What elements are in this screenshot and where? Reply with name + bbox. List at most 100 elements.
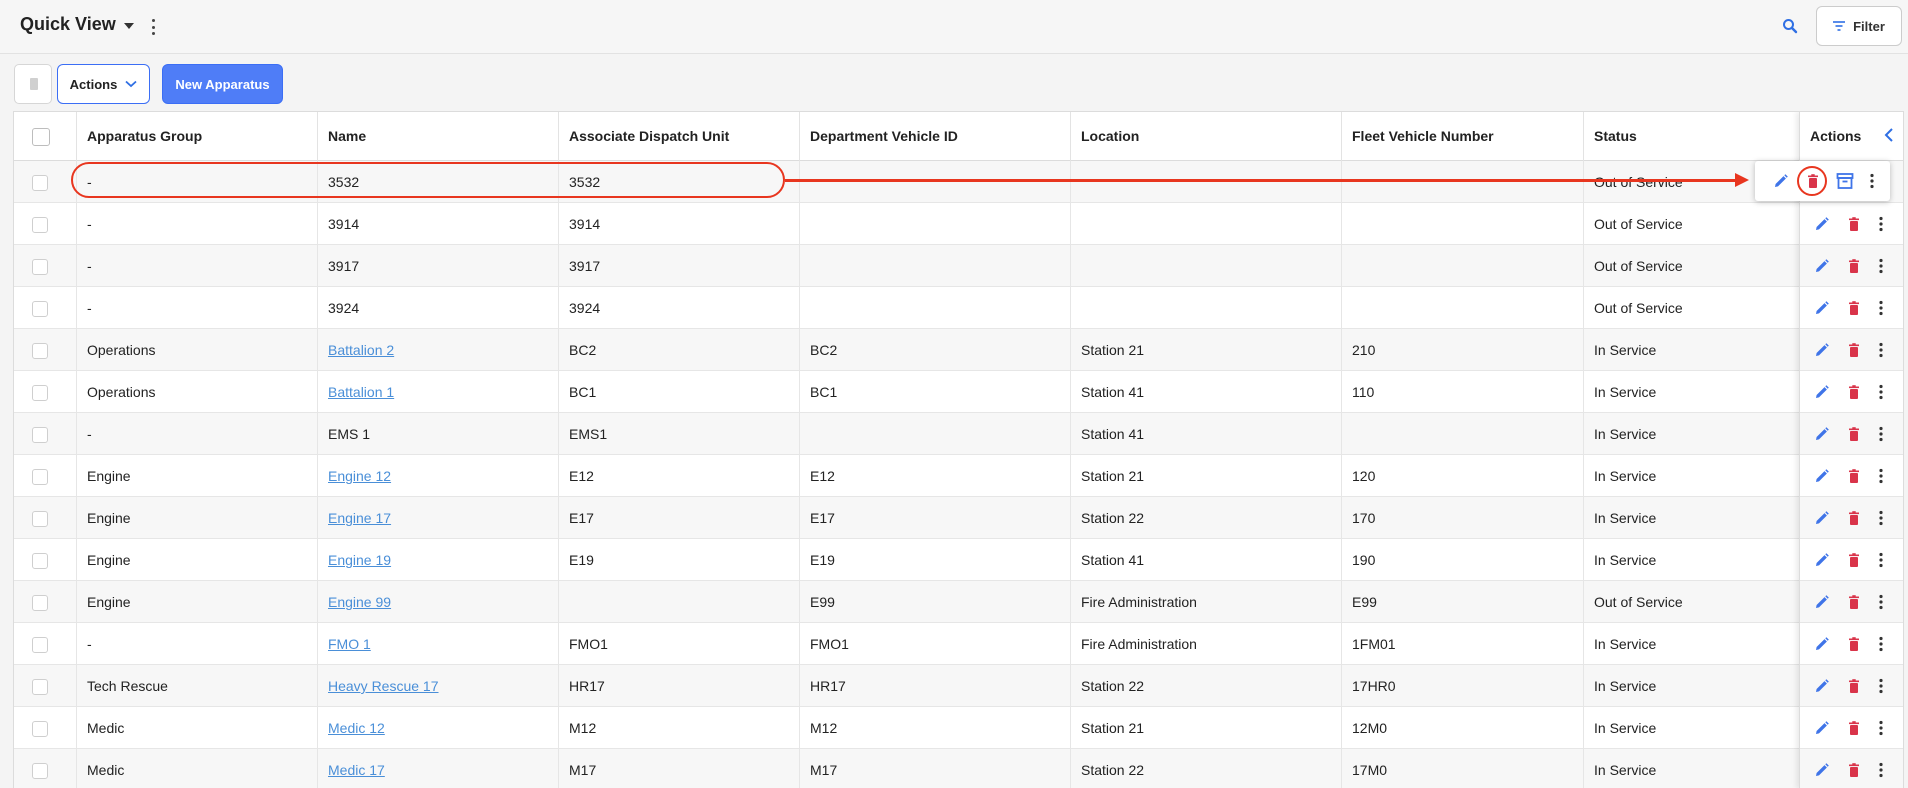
table-row[interactable]: Operations Battalion 2 BC2 BC2 Station 21 210… [14, 329, 1903, 371]
trash-icon[interactable] [1846, 552, 1862, 568]
table-row[interactable]: Engine Engine 12 E12 E12 Station 21 120 In Ser… [14, 455, 1903, 497]
table-row[interactable]: Medic Medic 17 M17 M17 Station 22 17M0 In Serv… [14, 749, 1903, 788]
column-header-location[interactable]: Location [1071, 112, 1342, 161]
apparatus-name-link[interactable]: Heavy Rescue 17 [328, 678, 439, 694]
pencil-icon[interactable] [1814, 300, 1830, 316]
pencil-icon[interactable] [1814, 384, 1830, 400]
pencil-icon[interactable] [1814, 426, 1830, 442]
kebab-icon[interactable] [1869, 173, 1875, 189]
apparatus-name-link[interactable]: Medic 17 [328, 762, 385, 778]
trash-icon[interactable] [1846, 384, 1862, 400]
trash-icon[interactable] [1846, 300, 1862, 316]
row-checkbox[interactable] [32, 511, 48, 527]
pencil-icon[interactable] [1814, 510, 1830, 526]
view-options-kebab-icon[interactable] [151, 19, 155, 35]
trash-icon[interactable] [1846, 720, 1862, 736]
apparatus-name-link[interactable]: Engine 19 [328, 552, 391, 568]
apparatus-name-link[interactable]: FMO 1 [328, 636, 371, 652]
trash-icon[interactable] [1846, 636, 1862, 652]
trash-icon[interactable] [1846, 678, 1862, 694]
table-row[interactable]: - FMO 1 FMO1 FMO1 Fire Administration 1FM01 In… [14, 623, 1903, 665]
row-checkbox[interactable] [32, 721, 48, 737]
trash-icon[interactable] [1846, 468, 1862, 484]
kebab-icon[interactable] [1878, 300, 1884, 316]
row-checkbox[interactable] [32, 343, 48, 359]
row-checkbox[interactable] [32, 553, 48, 569]
table-row[interactable]: Engine Engine 99 E99 Fire Administration E99… [14, 581, 1903, 623]
row-checkbox[interactable] [32, 679, 48, 695]
kebab-icon[interactable] [1878, 258, 1884, 274]
archive-icon[interactable] [1836, 172, 1854, 190]
pencil-icon[interactable] [1814, 216, 1830, 232]
kebab-icon[interactable] [1878, 510, 1884, 526]
search-icon[interactable] [1781, 17, 1799, 35]
trash-icon[interactable] [1846, 762, 1862, 778]
pencil-icon[interactable] [1814, 342, 1830, 358]
trash-icon[interactable] [1846, 426, 1862, 442]
select-all-checkbox[interactable] [32, 128, 50, 146]
trash-icon[interactable] [1846, 216, 1862, 232]
kebab-icon[interactable] [1878, 468, 1884, 484]
toggle-panel-button[interactable] [14, 64, 52, 104]
column-header-fleet-number[interactable]: Fleet Vehicle Number [1342, 112, 1584, 161]
row-checkbox[interactable] [32, 637, 48, 653]
table-row[interactable]: Medic Medic 12 M12 M12 Station 21 12M0 In Serv… [14, 707, 1903, 749]
kebab-icon[interactable] [1878, 678, 1884, 694]
row-checkbox[interactable] [32, 175, 48, 191]
pencil-icon[interactable] [1814, 636, 1830, 652]
table-row[interactable]: -3924 3924 Out of Service [14, 287, 1903, 329]
pencil-icon[interactable] [1814, 468, 1830, 484]
column-header-status[interactable]: Status [1584, 112, 1799, 161]
row-checkbox[interactable] [32, 259, 48, 275]
trash-icon[interactable] [1846, 342, 1862, 358]
kebab-icon[interactable] [1878, 384, 1884, 400]
pencil-icon[interactable] [1814, 720, 1830, 736]
table-row[interactable]: Tech Rescue Heavy Rescue 17 HR17 HR17 Statio… [14, 665, 1903, 707]
pencil-icon[interactable] [1814, 552, 1830, 568]
column-header-dispatch-unit[interactable]: Associate Dispatch Unit [559, 112, 800, 161]
trash-icon[interactable] [1846, 510, 1862, 526]
filter-button[interactable]: Filter [1816, 6, 1902, 46]
table-row[interactable]: -3914 3914 Out of Service [14, 203, 1903, 245]
table-row[interactable]: Engine Engine 17 E17 E17 Station 22 170 In Ser… [14, 497, 1903, 539]
row-checkbox[interactable] [32, 385, 48, 401]
kebab-icon[interactable] [1878, 636, 1884, 652]
kebab-icon[interactable] [1878, 426, 1884, 442]
row-checkbox[interactable] [32, 469, 48, 485]
chevron-left-icon[interactable] [1882, 127, 1898, 143]
table-row[interactable]: -3917 3917 Out of Service [14, 245, 1903, 287]
kebab-icon[interactable] [1878, 216, 1884, 232]
pencil-icon[interactable] [1814, 258, 1830, 274]
table-row[interactable]: - EMS 1 EMS1 Station 41 In Service [14, 413, 1903, 455]
apparatus-name-link[interactable]: Battalion 1 [328, 384, 394, 400]
row-checkbox[interactable] [32, 301, 48, 317]
kebab-icon[interactable] [1878, 342, 1884, 358]
pencil-icon[interactable] [1814, 594, 1830, 610]
row-checkbox[interactable] [32, 427, 48, 443]
kebab-icon[interactable] [1878, 552, 1884, 568]
table-row[interactable]: Engine Engine 19 E19 E19 Station 41 190 In Ser… [14, 539, 1903, 581]
kebab-icon[interactable] [1878, 720, 1884, 736]
quick-view-selector[interactable]: Quick View [20, 14, 134, 35]
apparatus-name-link[interactable]: Medic 12 [328, 720, 385, 736]
apparatus-name-link[interactable]: Engine 17 [328, 510, 391, 526]
kebab-icon[interactable] [1878, 594, 1884, 610]
row-checkbox[interactable] [32, 595, 48, 611]
new-apparatus-button[interactable]: New Apparatus [162, 64, 283, 104]
actions-dropdown-button[interactable]: Actions [57, 64, 150, 104]
trash-icon[interactable] [1846, 594, 1862, 610]
table-row[interactable]: Operations Battalion 1 BC1 BC1 Station 41 110… [14, 371, 1903, 413]
pencil-icon[interactable] [1814, 678, 1830, 694]
pencil-icon[interactable] [1773, 173, 1789, 189]
pencil-icon[interactable] [1814, 762, 1830, 778]
column-header-name[interactable]: Name [318, 112, 559, 161]
apparatus-name-link[interactable]: Engine 12 [328, 468, 391, 484]
column-header-vehicle-id[interactable]: Department Vehicle ID [800, 112, 1071, 161]
apparatus-name-link[interactable]: Engine 99 [328, 594, 391, 610]
row-checkbox[interactable] [32, 763, 48, 779]
column-header-apparatus-group[interactable]: Apparatus Group [77, 112, 318, 161]
kebab-icon[interactable] [1878, 762, 1884, 778]
trash-icon[interactable] [1846, 258, 1862, 274]
apparatus-name-link[interactable]: Battalion 2 [328, 342, 394, 358]
row-checkbox[interactable] [32, 217, 48, 233]
